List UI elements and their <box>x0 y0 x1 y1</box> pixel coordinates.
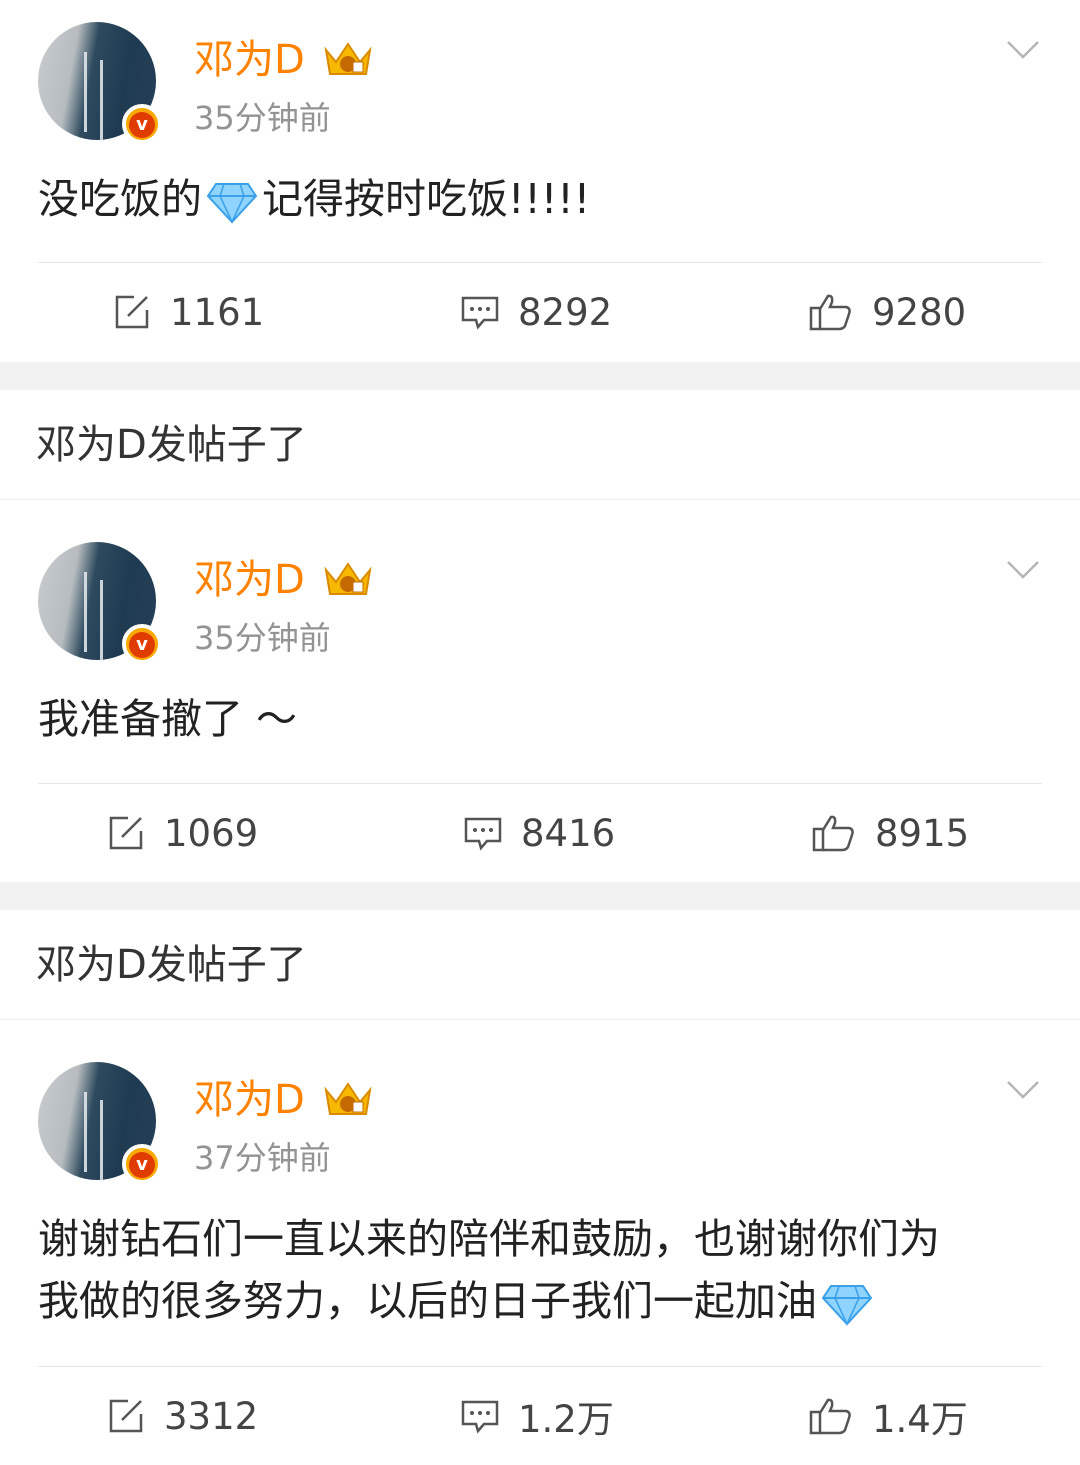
repost-button[interactable]: 3312 <box>106 1367 258 1465</box>
avatar[interactable]: v <box>38 542 162 664</box>
crown-icon <box>324 562 372 595</box>
post-card: v 邓为D 37分钟前 谢谢钻石们一直以来的陪伴和鼓励，也谢谢你们为 我做的很多… <box>0 1020 1080 1456</box>
author-name[interactable]: 邓为D <box>194 1076 305 1124</box>
comment-button[interactable]: 8416 <box>463 784 615 882</box>
repost-button[interactable]: 1161 <box>112 263 264 361</box>
action-bar: 1161 8292 9280 <box>0 263 1080 361</box>
post-time: 35分钟前 <box>194 99 331 137</box>
post-time: 35分钟前 <box>194 619 331 657</box>
verified-badge-icon: v <box>122 1144 162 1184</box>
like-button[interactable]: 8915 <box>811 784 969 882</box>
action-bar: 1069 8416 8915 <box>0 784 1080 882</box>
avatar[interactable]: v <box>38 22 162 144</box>
post-notice: 邓为D发帖子了 <box>0 910 1080 1020</box>
crown-icon <box>324 1082 372 1115</box>
author-name[interactable]: 邓为D <box>194 36 305 84</box>
section-gap <box>0 882 1080 910</box>
post-content: 谢谢钻石们一直以来的陪伴和鼓励，也谢谢你们为 我做的很多努力，以后的日子我们一起… <box>38 1215 940 1326</box>
repost-button[interactable]: 1069 <box>106 784 258 882</box>
post-time: 37分钟前 <box>194 1139 331 1177</box>
post-notice: 邓为D发帖子了 <box>0 390 1080 500</box>
like-icon <box>809 1398 851 1435</box>
like-icon <box>809 294 851 331</box>
like-icon <box>812 815 854 852</box>
post-card: v 邓为D 35分钟前 我准备撤了 ～ 1069 8416 8915 <box>0 500 1080 882</box>
crown-icon <box>324 42 372 75</box>
like-button[interactable]: 9280 <box>808 263 966 361</box>
comment-icon <box>464 817 502 851</box>
comment-icon <box>461 1400 499 1434</box>
author-name[interactable]: 邓为D <box>194 556 305 604</box>
post-content: 我准备撤了 ～ <box>38 695 298 743</box>
comment-icon <box>461 296 499 330</box>
repost-icon <box>115 295 149 329</box>
section-gap <box>0 362 1080 390</box>
repost-icon <box>109 816 143 850</box>
verified-badge-icon: v <box>122 104 162 144</box>
chevron-down-icon[interactable] <box>1006 560 1040 580</box>
post-content: 没吃饭的 记得按时吃饭!!!!! <box>38 175 591 224</box>
verified-badge-icon: v <box>122 624 162 664</box>
chevron-down-icon[interactable] <box>1006 1080 1040 1100</box>
chevron-down-icon[interactable] <box>1006 40 1040 60</box>
diamond-emoji-icon <box>206 183 258 224</box>
action-bar: 3312 1.2万 1.4万 <box>0 1367 1080 1465</box>
comment-button[interactable]: 1.2万 <box>460 1367 614 1465</box>
comment-button[interactable]: 8292 <box>460 263 612 361</box>
like-button[interactable]: 1.4万 <box>808 1367 968 1465</box>
diamond-emoji-icon <box>821 1285 873 1326</box>
avatar[interactable]: v <box>38 1062 162 1184</box>
repost-icon <box>109 1399 143 1433</box>
post-card: v 邓为D 35分钟前 没吃饭的 记得按时吃饭!!!!! 1161 8292 92… <box>0 0 1080 362</box>
